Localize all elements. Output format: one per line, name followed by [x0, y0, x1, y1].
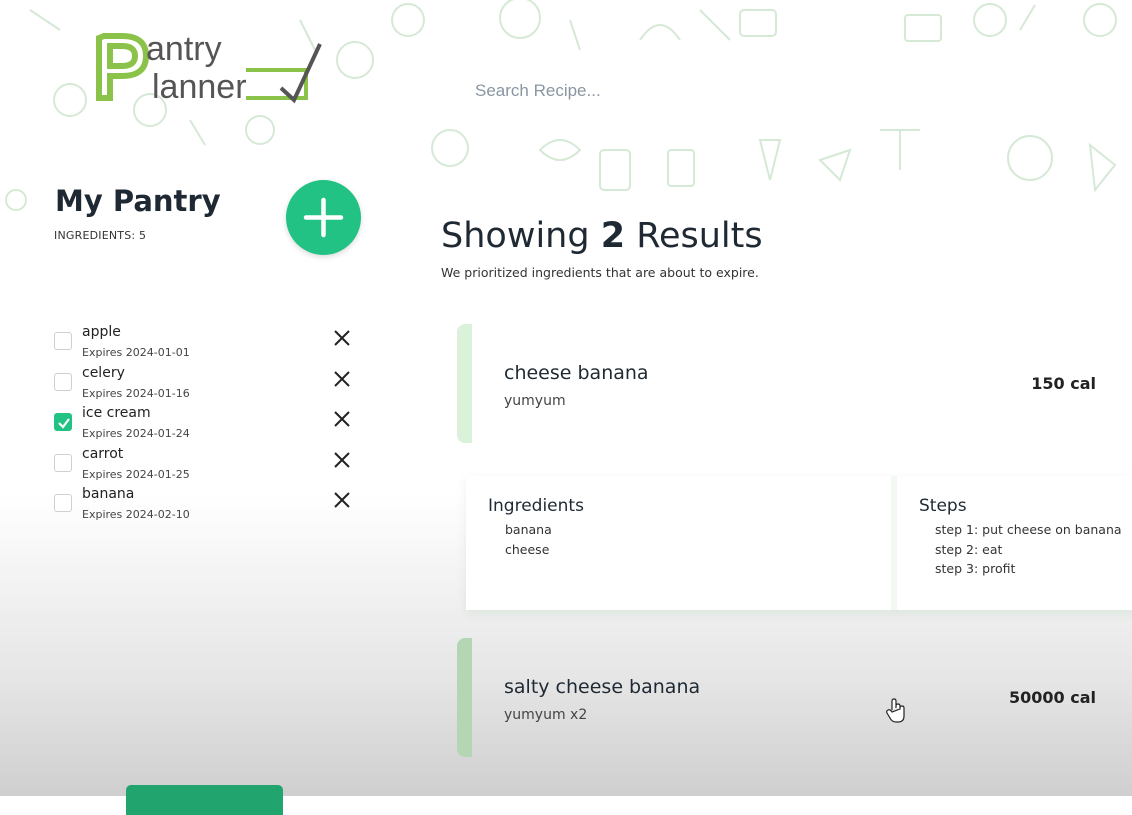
recipe-description: yumyum: [504, 393, 566, 409]
close-icon[interactable]: [333, 410, 351, 428]
item-expiry: Expires 2024-01-16: [82, 386, 190, 400]
step-item: step 1: put cheese on banana: [935, 522, 1122, 537]
results-subtitle: We prioritized ingredients that are abou…: [441, 265, 759, 280]
ingredients-heading: Ingredients: [488, 496, 584, 516]
recipe-calories: 50000 cal: [1009, 688, 1096, 707]
pantry-item: ice cream Expires 2024-01-24: [54, 405, 364, 446]
item-name: celery: [82, 364, 125, 381]
item-expiry: Expires 2024-02-10: [82, 508, 190, 521]
svg-text:lanner: lanner: [152, 68, 247, 104]
results-count: 2: [600, 216, 626, 256]
ingredient-item: banana: [505, 522, 552, 537]
item-name: ice cream: [82, 405, 151, 421]
close-icon[interactable]: [333, 491, 351, 509]
pantry-planner-logo: antry lanner: [96, 30, 322, 104]
pantry-item: carrot Expires 2024-01-25: [54, 446, 364, 487]
item-expiry: Expires 2024-01-01: [82, 346, 190, 359]
pantry-item: apple Expires 2024-01-01: [54, 324, 364, 365]
pantry-title: My Pantry: [55, 184, 221, 218]
step-item: step 3: profit: [935, 561, 1016, 576]
item-checkbox[interactable]: [54, 332, 72, 350]
steps-heading: Steps: [919, 496, 967, 516]
item-expiry: Expires 2024-01-25: [82, 467, 190, 481]
pantry-list: apple Expires 2024-01-01 celery Expires …: [54, 324, 364, 527]
close-icon[interactable]: [333, 451, 351, 469]
pantry-item: celery Expires 2024-01-16: [54, 365, 364, 406]
recipe-name: salty cheese banana: [504, 676, 701, 698]
ingredient-count: INGREDIENTS: 5: [54, 229, 147, 242]
recipe-detail-panel: Ingredients banana cheese Steps step 1: …: [466, 476, 1132, 610]
recipe-card[interactable]: salty cheese banana yumyum x2 50000 cal: [457, 638, 1132, 757]
find-recipes-button[interactable]: [126, 785, 283, 815]
results-suffix: Results: [636, 216, 763, 256]
plus-icon: [303, 197, 344, 238]
close-icon[interactable]: [333, 329, 351, 347]
results-heading: Showing 2 Results: [441, 216, 763, 256]
item-name: apple: [82, 324, 121, 340]
item-checkbox[interactable]: [54, 372, 72, 391]
checkmark-icon: [58, 418, 70, 429]
steps-list: step 1: put cheese on banana step 2: eat…: [935, 520, 1122, 579]
search-input[interactable]: [473, 76, 877, 106]
step-item: step 2: eat: [935, 541, 1003, 557]
pantry-item: banana Expires 2024-02-10: [54, 486, 364, 527]
panel-divider: [891, 476, 897, 610]
recipe-description: yumyum x2: [504, 707, 588, 723]
close-icon[interactable]: [333, 370, 351, 388]
item-expiry: Expires 2024-01-24: [82, 427, 190, 440]
item-checkbox[interactable]: [54, 413, 72, 431]
add-ingredient-button[interactable]: [286, 180, 361, 255]
results-prefix: Showing: [441, 216, 590, 256]
hand-cursor-icon: [886, 698, 905, 723]
ingredients-list: banana cheese: [505, 520, 552, 559]
item-name: carrot: [82, 445, 124, 462]
recipe-accent-bar: [457, 638, 472, 757]
item-checkbox[interactable]: [54, 494, 72, 512]
recipe-name: cheese banana: [504, 362, 649, 384]
item-name: banana: [82, 486, 135, 502]
recipe-card[interactable]: cheese banana yumyum 150 cal: [457, 324, 1132, 443]
recipe-accent-bar: [457, 324, 472, 443]
item-checkbox[interactable]: [54, 453, 72, 472]
ingredient-item: cheese: [505, 541, 550, 557]
recipe-calories: 150 cal: [1031, 374, 1096, 393]
svg-text:antry: antry: [146, 30, 222, 68]
